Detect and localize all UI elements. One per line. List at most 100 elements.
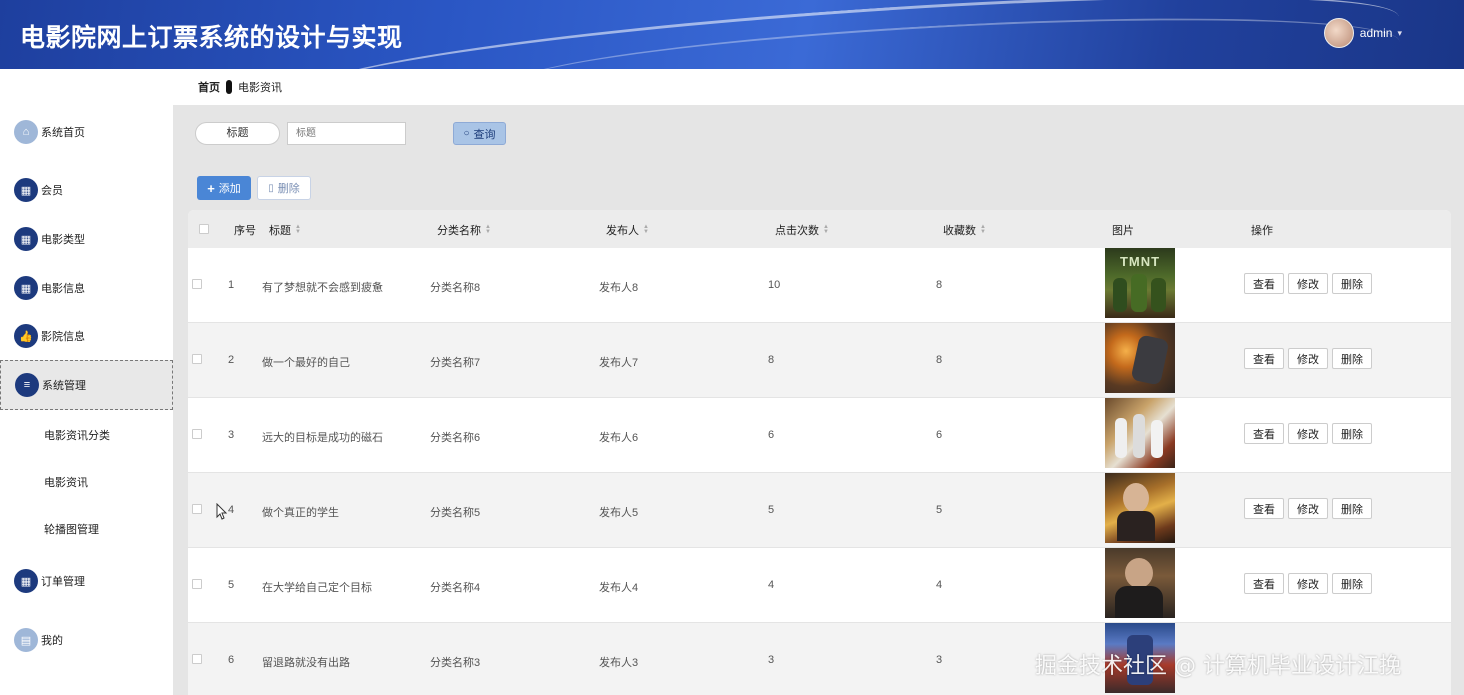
view-button[interactable]: 查看 <box>1244 573 1284 594</box>
cell-category: 分类名称6 <box>430 432 481 444</box>
cell-publisher: 发布人4 <box>599 582 639 594</box>
column-header-category[interactable]: 分类名称 ▲ ▼ <box>437 222 491 238</box>
row-actions: 查看 修改 删除 <box>1244 573 1376 594</box>
edit-button[interactable]: 修改 <box>1288 348 1328 369</box>
sidebar-item-label: 会员 <box>41 185 63 197</box>
delete-button[interactable]: 删除 <box>1332 273 1372 294</box>
cell-clicks: 3 <box>768 654 775 666</box>
view-button[interactable]: 查看 <box>1244 273 1284 294</box>
avatar[interactable] <box>1323 18 1354 48</box>
edit-button[interactable]: 修改 <box>1288 423 1328 444</box>
cell-title: 做个真正的学生 <box>262 507 339 519</box>
select-all-checkbox[interactable] <box>199 224 209 234</box>
cell-index: 6 <box>228 654 235 666</box>
sidebar-item-label: 电影类型 <box>41 234 85 246</box>
cell-title: 在大学给自己定个目标 <box>262 582 372 594</box>
cell-favorites: 6 <box>936 429 943 441</box>
column-header-actions: 操作 <box>1251 225 1273 237</box>
cell-index: 1 <box>228 279 235 291</box>
user-menu[interactable]: admin ▾ <box>1323 18 1402 48</box>
column-header-title[interactable]: 标题 ▲ ▼ <box>269 222 301 238</box>
thumbs-up-icon: 👍 <box>14 324 38 348</box>
cell-category: 分类名称7 <box>430 357 481 369</box>
sidebar: ⌂ 系统首页 ▦ 会员 ▦ 电影类型 ▦ 电影信息 👍 影院信息 ≡ 系统管理 … <box>0 69 173 695</box>
sort-icon[interactable]: ▲ ▼ <box>485 224 491 235</box>
add-button[interactable]: + 添加 <box>197 176 251 200</box>
cell-category: 分类名称4 <box>430 582 481 594</box>
row-checkbox[interactable] <box>192 654 202 664</box>
sort-icon[interactable]: ▲ ▼ <box>295 224 301 235</box>
view-button[interactable]: 查看 <box>1244 498 1284 519</box>
row-checkbox[interactable] <box>192 579 202 589</box>
sidebar-item-movie-info[interactable]: ▦ 电影信息 <box>0 273 173 303</box>
sort-icon[interactable]: ▲ ▼ <box>643 224 649 235</box>
sidebar-item-movie-types[interactable]: ▦ 电影类型 <box>0 224 173 254</box>
cell-index: 4 <box>228 504 235 516</box>
sidebar-subitem-carousel[interactable]: 轮播图管理 <box>44 521 99 537</box>
edit-button[interactable]: 修改 <box>1288 273 1328 294</box>
cell-index: 2 <box>228 354 235 366</box>
column-header-clicks[interactable]: 点击次数 ▲ ▼ <box>775 222 829 238</box>
view-button[interactable]: 查看 <box>1244 423 1284 444</box>
delete-button[interactable]: 删除 <box>1332 423 1372 444</box>
watermark: 掘金技术社区 @ 计算机毕业设计江挽 <box>1035 654 1401 679</box>
trash-icon: ▯ <box>268 182 274 194</box>
delete-button[interactable]: 删除 <box>1332 348 1372 369</box>
cell-favorites: 4 <box>936 579 943 591</box>
grid-icon: ▦ <box>14 569 38 593</box>
table-row: 1 有了梦想就不会感到疲惫 分类名称8 发布人8 10 8 TMNT 查看 修改… <box>188 248 1451 323</box>
edit-button[interactable]: 修改 <box>1288 498 1328 519</box>
sidebar-item-cinema-info[interactable]: 👍 影院信息 <box>0 321 173 351</box>
row-checkbox[interactable] <box>192 279 202 289</box>
sidebar-item-label: 系统管理 <box>42 380 86 392</box>
cell-favorites: 8 <box>936 279 943 291</box>
table-row: 3 远大的目标是成功的磁石 分类名称6 发布人6 6 6 查看 修改 删除 <box>188 398 1451 473</box>
sort-icon[interactable]: ▲ ▼ <box>980 224 986 235</box>
sidebar-subitem-news[interactable]: 电影资讯 <box>44 474 88 490</box>
sidebar-item-label: 影院信息 <box>41 331 85 343</box>
username[interactable]: admin <box>1360 26 1393 40</box>
delete-button[interactable]: 删除 <box>1332 573 1372 594</box>
movie-thumbnail <box>1105 323 1175 393</box>
table-row: 2 做一个最好的自己 分类名称7 发布人7 8 8 查看 修改 删除 <box>188 323 1451 398</box>
cell-clicks: 5 <box>768 504 775 516</box>
row-checkbox[interactable] <box>192 504 202 514</box>
cell-title: 留退路就没有出路 <box>262 657 350 669</box>
row-actions: 查看 修改 删除 <box>1244 348 1376 369</box>
cell-index: 3 <box>228 429 235 441</box>
movie-thumbnail <box>1105 473 1175 543</box>
search-icon: ○ <box>463 128 470 139</box>
delete-button[interactable]: 删除 <box>1332 498 1372 519</box>
search-label: 标题 <box>195 122 280 145</box>
view-button[interactable]: 查看 <box>1244 348 1284 369</box>
sidebar-subitem-news-category[interactable]: 电影资讯分类 <box>44 427 110 443</box>
cell-favorites: 3 <box>936 654 943 666</box>
thumbnail-logo-text: TMNT <box>1119 254 1161 269</box>
row-checkbox[interactable] <box>192 429 202 439</box>
search-button[interactable]: ○ 查询 <box>453 122 506 145</box>
grid-icon: ▦ <box>14 276 38 300</box>
table-row: 4 做个真正的学生 分类名称5 发布人5 5 5 查看 修改 删除 <box>188 473 1451 548</box>
movie-thumbnail <box>1105 398 1175 468</box>
cell-category: 分类名称3 <box>430 657 481 669</box>
row-checkbox[interactable] <box>192 354 202 364</box>
search-button-label: 查询 <box>473 128 496 141</box>
mouse-cursor-icon <box>216 503 228 520</box>
chevron-down-icon[interactable]: ▾ <box>1397 28 1402 39</box>
breadcrumb-home[interactable]: 首页 <box>198 79 220 95</box>
sidebar-item-home[interactable]: ⌂ 系统首页 <box>0 117 173 147</box>
breadcrumb: 首页 电影资讯 <box>173 69 1464 105</box>
sidebar-item-orders[interactable]: ▦ 订单管理 <box>0 566 173 596</box>
edit-button[interactable]: 修改 <box>1288 573 1328 594</box>
cell-publisher: 发布人7 <box>599 357 639 369</box>
sidebar-item-mine[interactable]: ▤ 我的 <box>0 625 173 655</box>
column-header-favorites[interactable]: 收藏数 ▲ ▼ <box>943 222 986 238</box>
table-header: 序号 标题 ▲ ▼ 分类名称 ▲ ▼ 发布人 ▲ ▼ 点击次数 ▲ ▼ 收藏数 ▲ ▼ 图片 操作 <box>188 210 1451 248</box>
search-input[interactable] <box>287 122 406 145</box>
sidebar-item-system-management[interactable]: ≡ 系统管理 <box>0 360 173 410</box>
sort-icon[interactable]: ▲ ▼ <box>823 224 829 235</box>
cell-publisher: 发布人6 <box>599 432 639 444</box>
batch-delete-button[interactable]: ▯ 删除 <box>257 176 311 200</box>
sidebar-item-members[interactable]: ▦ 会员 <box>0 175 173 205</box>
column-header-publisher[interactable]: 发布人 ▲ ▼ <box>606 222 649 238</box>
